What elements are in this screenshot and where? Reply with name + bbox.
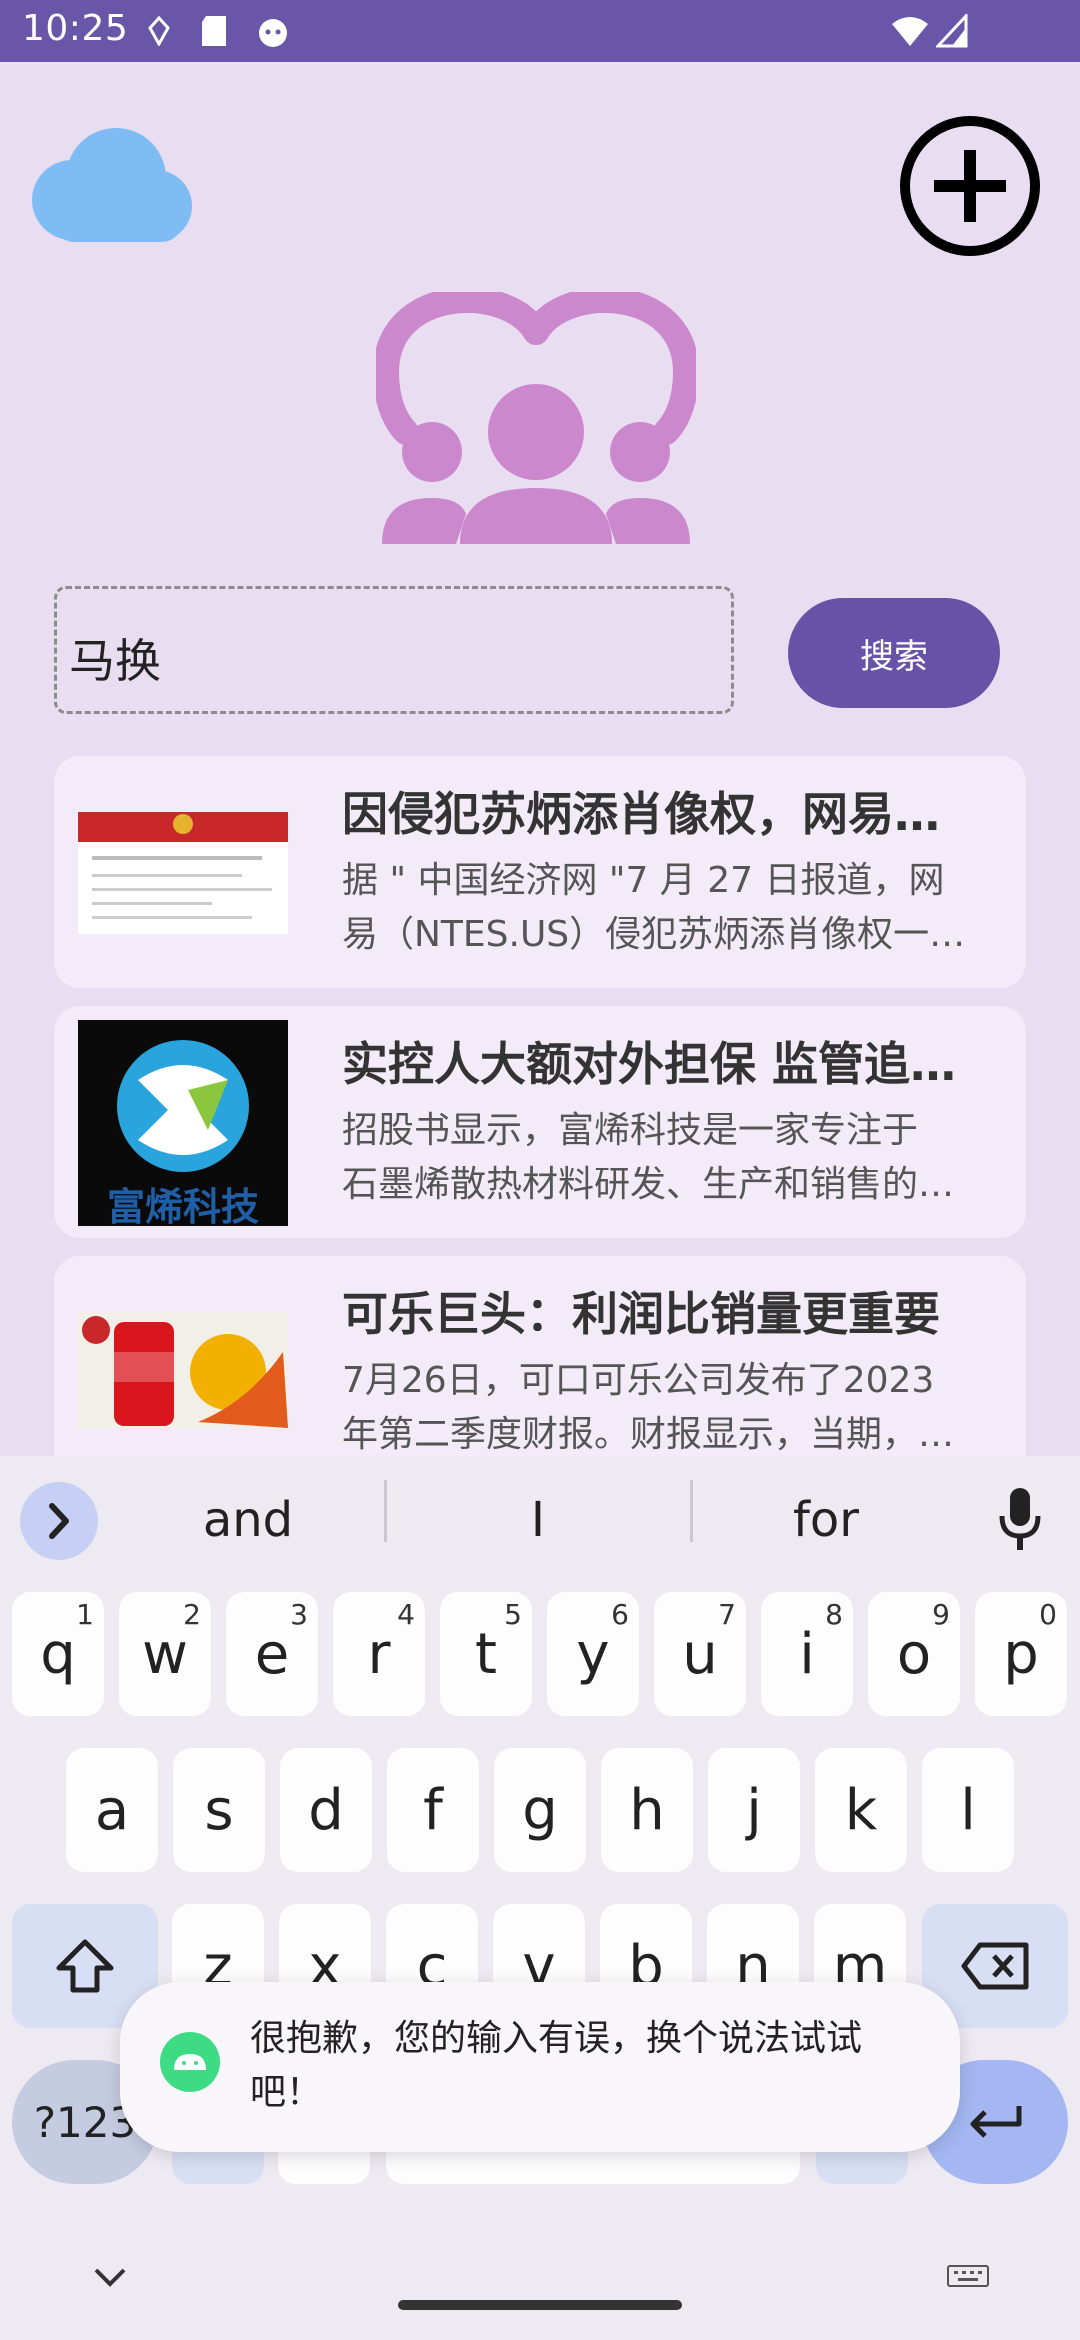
- wifi-icon: [892, 17, 928, 46]
- key-o[interactable]: 9o: [868, 1592, 960, 1716]
- key-hint: 8: [825, 1598, 843, 1631]
- news-title: 因侵犯苏炳添肖像权，网易…: [342, 787, 940, 841]
- home-indicator[interactable]: [398, 2300, 682, 2310]
- news-title: 实控人大额对外担保 监管追…: [342, 1037, 957, 1091]
- key-label: r: [367, 1621, 391, 1687]
- key-u[interactable]: 7u: [654, 1592, 746, 1716]
- key-i[interactable]: 8i: [761, 1592, 853, 1716]
- key-hint: 6: [611, 1598, 629, 1631]
- news-thumbnail: 富烯科技: [78, 1020, 288, 1226]
- key-r[interactable]: 4r: [333, 1592, 425, 1716]
- keyboard-switch-icon[interactable]: [946, 2262, 990, 2290]
- collapse-keyboard-icon[interactable]: [92, 2264, 128, 2288]
- key-f[interactable]: f: [387, 1748, 479, 1872]
- suggestion-2[interactable]: I: [388, 1492, 688, 1548]
- backspace-icon: [961, 1942, 1029, 1990]
- enter-icon: [970, 2106, 1022, 2138]
- key-g[interactable]: g: [494, 1748, 586, 1872]
- news-desc: 招股书显示，富烯科技是一家专注于 石墨烯散热材料研发、生产和销售的…: [342, 1110, 955, 1205]
- news-item[interactable]: 富烯科技 实控人大额对外担保 监管追… 招股书显示，富烯科技是一家专注于 石墨烯…: [54, 1006, 1026, 1238]
- key-w[interactable]: 2w: [119, 1592, 211, 1716]
- news-desc: 据 " 中国经济网 "7 月 27 日报道，网 易（NTES.US）侵犯苏炳添肖…: [342, 860, 966, 955]
- status-bar: 10:25: [0, 0, 1080, 62]
- status-time: 10:25: [22, 8, 129, 49]
- news-item[interactable]: 可乐巨头：利润比销量更重要 7月26日，可口可乐公司发布了2023 年第二季度财…: [54, 1256, 1026, 1456]
- suggestion-3[interactable]: for: [676, 1492, 976, 1548]
- signal-icon: [936, 14, 968, 48]
- key-label: q: [40, 1621, 76, 1687]
- key-p[interactable]: 0p: [975, 1592, 1067, 1716]
- key-label: i: [799, 1621, 815, 1687]
- key-label: y: [576, 1621, 610, 1687]
- add-button[interactable]: [898, 114, 1042, 258]
- key-q[interactable]: 1q: [12, 1592, 104, 1716]
- news-item[interactable]: 因侵犯苏炳添肖像权，网易… 据 " 中国经济网 "7 月 27 日报道，网 易（…: [54, 756, 1026, 988]
- key-label: u: [682, 1621, 718, 1687]
- sdcard-icon: [202, 16, 226, 46]
- key-a[interactable]: a: [66, 1748, 158, 1872]
- key-hint: 3: [290, 1598, 308, 1631]
- key-l[interactable]: l: [922, 1748, 1014, 1872]
- key-t[interactable]: 5t: [440, 1592, 532, 1716]
- suggestion-divider: [384, 1480, 387, 1542]
- key-hint: 9: [932, 1598, 950, 1631]
- key-j[interactable]: j: [708, 1748, 800, 1872]
- news-thumbnail-text: 富烯科技: [107, 1185, 259, 1226]
- search-input[interactable]: 马换: [54, 586, 734, 714]
- chevron-right-icon: [49, 1503, 69, 1539]
- key-hint: 5: [504, 1598, 522, 1631]
- news-title: 可乐巨头：利润比销量更重要: [342, 1287, 940, 1341]
- key-hint: 1: [76, 1598, 94, 1631]
- key-label: t: [475, 1621, 497, 1687]
- android-face-icon: [259, 19, 287, 47]
- news-thumbnail: [78, 1312, 288, 1428]
- key-d[interactable]: d: [280, 1748, 372, 1872]
- search-input-value: 马换: [69, 634, 161, 688]
- key-y[interactable]: 6y: [547, 1592, 639, 1716]
- shift-icon: [56, 1939, 114, 1993]
- news-thumbnail: [78, 812, 288, 934]
- key-label: w: [142, 1621, 188, 1687]
- toast-message: 很抱歉，您的输入有误，换个说法试试吧！: [120, 1982, 960, 2152]
- group-heart-icon: [376, 292, 696, 544]
- key-k[interactable]: k: [815, 1748, 907, 1872]
- microphone-icon[interactable]: [996, 1484, 1044, 1554]
- key-s[interactable]: s: [173, 1748, 265, 1872]
- expand-suggestions-button[interactable]: [20, 1482, 98, 1560]
- key-h[interactable]: h: [601, 1748, 693, 1872]
- key-label: p: [1003, 1621, 1039, 1687]
- key-hint: 7: [718, 1598, 736, 1631]
- android-app-icon: [160, 2032, 220, 2092]
- news-desc: 7月26日，可口可乐公司发布了2023 年第二季度财报。财报显示，当期，…: [342, 1360, 955, 1455]
- key-e[interactable]: 3e: [226, 1592, 318, 1716]
- key-label: o: [896, 1621, 932, 1687]
- keyboard: and I for ?123 1q2w3e4r5t6y7u8i9o0pasdfg…: [0, 1456, 1080, 2340]
- location-icon: [148, 16, 170, 46]
- key-hint: 4: [397, 1598, 415, 1631]
- suggestion-1[interactable]: and: [98, 1492, 398, 1548]
- key-hint: 2: [183, 1598, 201, 1631]
- key-hint: 0: [1039, 1598, 1057, 1631]
- toast-text: 很抱歉，您的输入有误，换个说法试试吧！: [250, 2018, 863, 2113]
- cloud-icon[interactable]: [24, 128, 196, 242]
- search-button[interactable]: 搜索: [788, 598, 1000, 708]
- key-label: e: [254, 1621, 290, 1687]
